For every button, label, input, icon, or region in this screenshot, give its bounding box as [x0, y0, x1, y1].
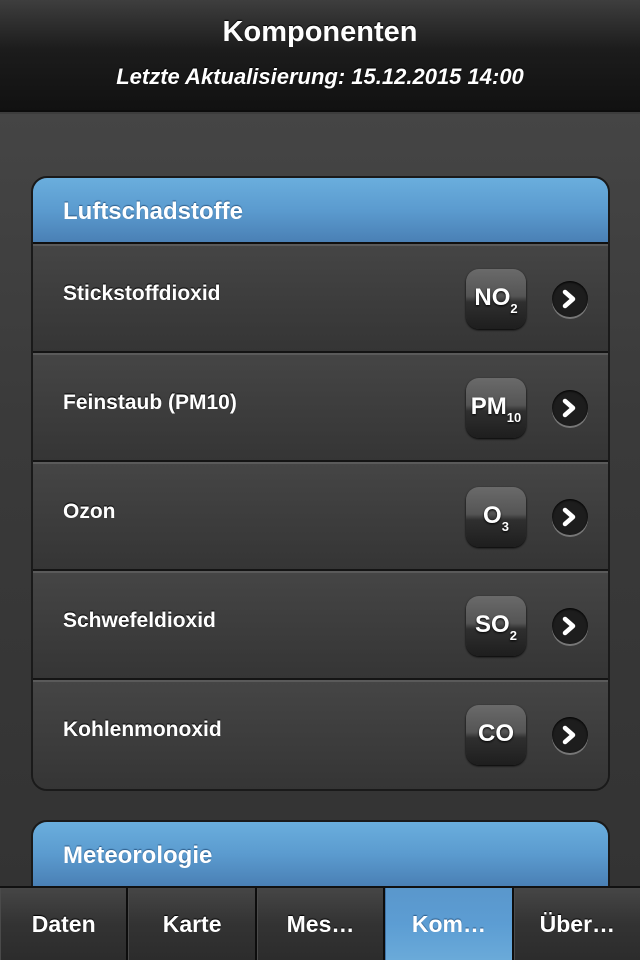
- icon-formula: SO: [475, 611, 510, 638]
- group-title: Luftschadstoffe: [63, 198, 243, 225]
- group-meteorologie: Meteorologie: [31, 820, 610, 886]
- so2-icon: SO2: [466, 596, 526, 656]
- chevron-right-icon[interactable]: [552, 499, 588, 535]
- icon-formula: CO: [478, 720, 514, 747]
- list-item-stickstoffdioxid[interactable]: Stickstoffdioxid NO2: [33, 244, 608, 353]
- tab-karte[interactable]: Karte: [128, 888, 257, 960]
- list-item-kohlenmonoxid[interactable]: Kohlenmonoxid CO: [33, 680, 608, 789]
- tab-messstationen[interactable]: Mes…: [256, 888, 386, 960]
- o3-icon: O3: [466, 487, 526, 547]
- icon-subscript: 2: [510, 301, 518, 316]
- page-title: Komponenten: [222, 16, 418, 48]
- list-item-feinstaub[interactable]: Feinstaub (PM10) PM10: [33, 353, 608, 462]
- pm10-icon: PM10: [466, 378, 526, 438]
- content-scroll-area[interactable]: Luftschadstoffe Stickstoffdioxid NO2 Fei…: [0, 114, 640, 886]
- header-bar: Komponenten Letzte Aktualisierung: 15.12…: [0, 0, 640, 112]
- list-item-label: Stickstoffdioxid: [63, 282, 221, 305]
- icon-formula: PM: [470, 393, 507, 420]
- list-item-schwefeldioxid[interactable]: Schwefeldioxid SO2: [33, 571, 608, 680]
- no2-icon: NO2: [466, 269, 526, 329]
- last-update-text: Letzte Aktualisierung: 15.12.2015 14:00: [116, 64, 524, 89]
- icon-subscript: 3: [501, 519, 509, 534]
- list-item-label: Feinstaub (PM10): [63, 391, 237, 414]
- chevron-right-icon[interactable]: [552, 608, 588, 644]
- tab-ueber[interactable]: Über…: [513, 888, 640, 960]
- icon-formula: NO: [474, 284, 511, 311]
- tab-daten[interactable]: Daten: [0, 888, 129, 960]
- icon-subscript: 10: [506, 410, 522, 425]
- tab-komponenten[interactable]: Kom…: [385, 888, 514, 960]
- icon-subscript: 2: [509, 628, 517, 643]
- chevron-right-icon[interactable]: [552, 281, 588, 317]
- chevron-right-icon[interactable]: [552, 717, 588, 753]
- co-icon: CO: [466, 705, 526, 765]
- group-header: Meteorologie: [33, 822, 608, 886]
- tab-bar: Daten Karte Mes… Kom… Über…: [0, 886, 640, 960]
- list-item-ozon[interactable]: Ozon O3: [33, 462, 608, 571]
- list-item-label: Schwefeldioxid: [63, 609, 216, 632]
- icon-formula: O: [483, 502, 502, 529]
- group-header: Luftschadstoffe: [33, 178, 608, 244]
- chevron-right-icon[interactable]: [552, 390, 588, 426]
- group-luftschadstoffe: Luftschadstoffe Stickstoffdioxid NO2 Fei…: [31, 176, 610, 791]
- group-title: Meteorologie: [63, 842, 213, 869]
- list-item-label: Ozon: [63, 500, 116, 523]
- list-item-label: Kohlenmonoxid: [63, 718, 222, 741]
